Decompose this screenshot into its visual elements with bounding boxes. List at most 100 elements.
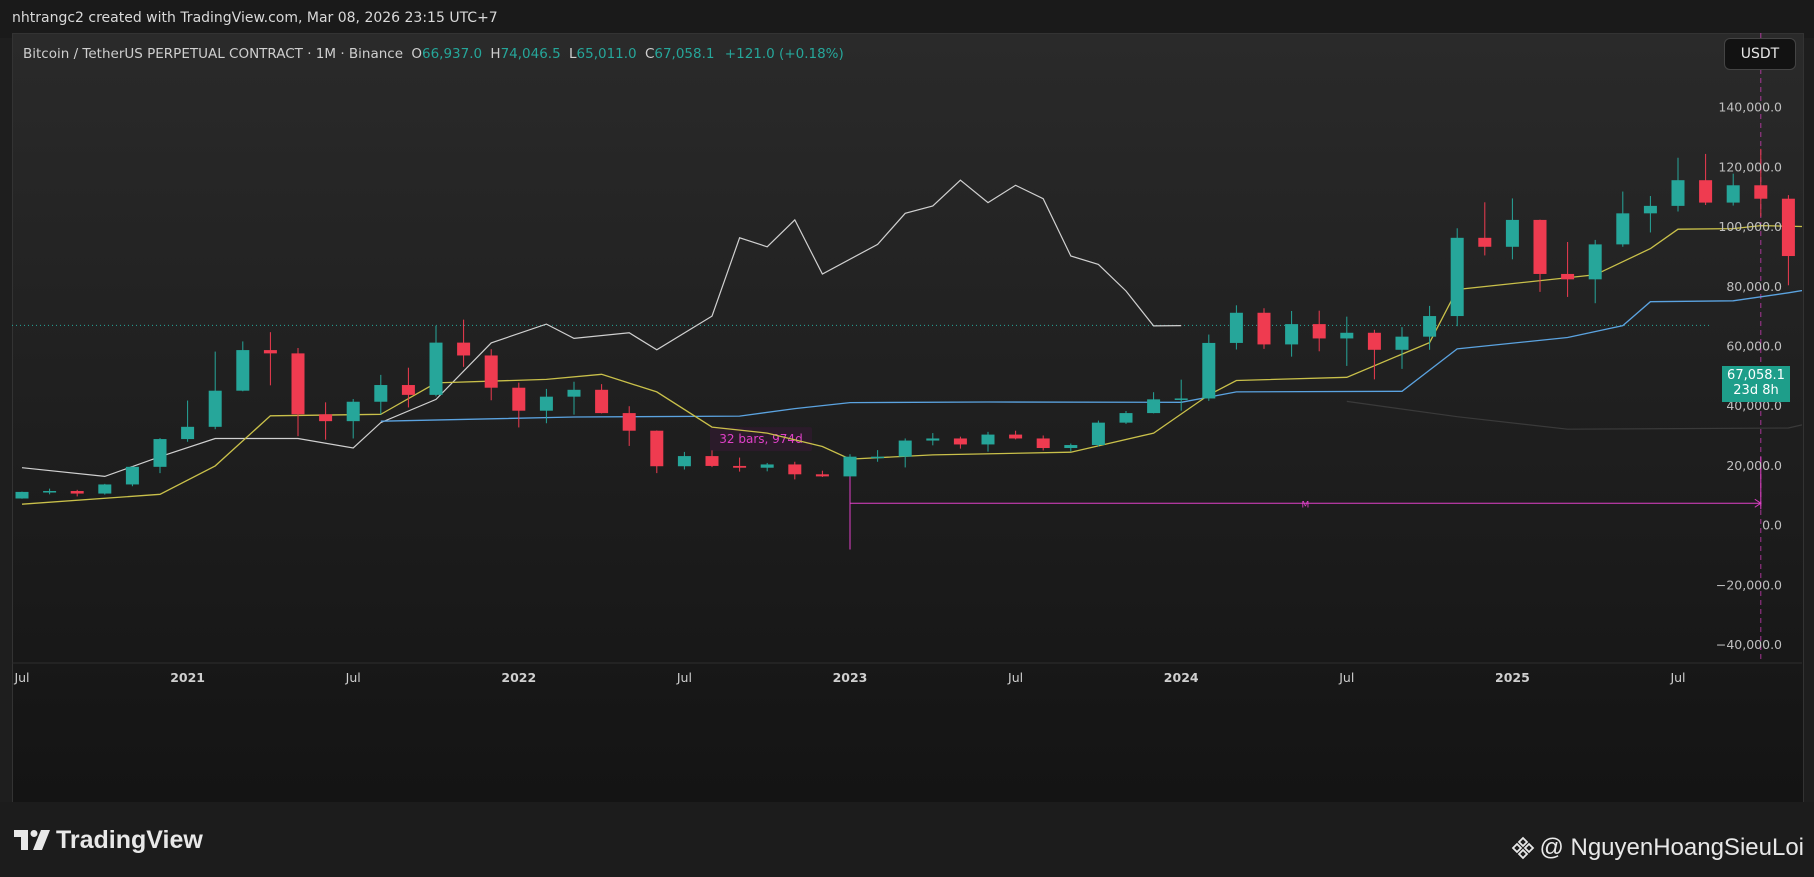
x-tick-label: Jul <box>1007 670 1023 685</box>
candle-body <box>1754 185 1768 199</box>
y-tick-label: 60,000.0 <box>1726 339 1782 354</box>
measure-mid-label: M <box>1302 500 1310 510</box>
candle-body <box>429 342 443 395</box>
candle-body <box>1036 438 1050 449</box>
high-value: 74,046.5 <box>500 46 561 62</box>
candle-body <box>1257 312 1271 345</box>
candle-body <box>567 389 581 397</box>
candle-body <box>236 350 250 391</box>
candle-body <box>595 389 609 414</box>
candle-body <box>1009 434 1023 439</box>
open-value: 66,937.0 <box>421 46 483 62</box>
author-handle: @ NguyenHoangSieuLoi <box>1539 834 1804 861</box>
candle-body <box>181 426 195 440</box>
lagging-span-line <box>21 179 1182 478</box>
candle-body <box>153 439 167 467</box>
high-label: H <box>490 46 501 62</box>
candle-body <box>401 385 415 395</box>
candle-body <box>291 353 305 415</box>
candle-body <box>1450 237 1464 317</box>
candle-body <box>677 456 691 467</box>
candle-body <box>1533 219 1547 274</box>
author-credit: @ NguyenHoangSieuLoi <box>1511 834 1804 862</box>
candle-body <box>1643 205 1657 214</box>
candle-body <box>760 464 774 468</box>
candle-body <box>98 484 112 494</box>
candle-body <box>70 491 84 494</box>
x-tick-label: Jul <box>13 670 29 685</box>
symbol-title: Bitcoin / TetherUS PERPETUAL CONTRACT · … <box>23 46 404 62</box>
candle-body <box>1285 324 1299 345</box>
y-tick-label: −20,000.0 <box>1716 577 1782 592</box>
candle-body <box>1781 198 1795 257</box>
candle-body <box>1119 413 1133 423</box>
x-tick-label: 2022 <box>501 670 536 685</box>
low-value: 65,011.0 <box>576 46 637 62</box>
y-tick-label: 20,000.0 <box>1726 458 1782 473</box>
candle-body <box>125 466 139 485</box>
x-tick-label: 2023 <box>833 670 868 685</box>
candle-body <box>512 387 526 411</box>
candle-body <box>898 440 912 457</box>
tradingview-logo[interactable]: TradingView <box>14 825 203 855</box>
bar-countdown: 23d 8h <box>1733 383 1779 398</box>
close-value: 67,058.1 <box>654 46 715 62</box>
candle-body <box>705 456 719 466</box>
price-chart[interactable]: M32 bars, 974d140,000.0120,000.0100,000.… <box>12 33 1802 802</box>
y-tick-label: 80,000.0 <box>1726 279 1782 294</box>
candle-body <box>953 438 967 445</box>
x-tick-label: Jul <box>1338 670 1354 685</box>
candle-body <box>1671 180 1685 206</box>
candle-body <box>1561 273 1575 280</box>
candle-body <box>43 491 57 493</box>
y-tick-label: −40,000.0 <box>1716 637 1782 652</box>
kijun-line <box>380 289 1802 422</box>
candle-body <box>871 456 885 459</box>
candle-body <box>788 464 802 475</box>
candle-body <box>1229 312 1243 343</box>
candle-body <box>926 438 940 441</box>
candle-body <box>1478 237 1492 247</box>
candle-body <box>1395 336 1409 350</box>
symbol-legend: Bitcoin / TetherUS PERPETUAL CONTRACT · … <box>23 46 844 62</box>
candle-body <box>1423 316 1437 337</box>
candle-body <box>1064 445 1078 449</box>
currency-button[interactable]: USDT <box>1724 38 1796 70</box>
candle-body <box>319 414 333 422</box>
candle-body <box>622 413 636 431</box>
candle-body <box>484 355 498 388</box>
tradingview-wordmark: TradingView <box>56 825 203 854</box>
candle-body <box>208 390 222 427</box>
candle-body <box>1312 324 1326 339</box>
last-price-value: 67,058.1 <box>1727 368 1785 383</box>
x-tick-label: Jul <box>1669 670 1685 685</box>
candle-body <box>843 456 857 477</box>
close-label: C <box>644 46 655 62</box>
candle-body <box>1147 399 1161 414</box>
candle-body <box>733 465 747 468</box>
open-label: O <box>411 46 422 62</box>
candle-body <box>1174 398 1188 400</box>
low-label: L <box>568 46 577 62</box>
candle-body <box>1616 213 1630 245</box>
candle-body <box>15 491 29 499</box>
x-tick-label: 2021 <box>170 670 205 685</box>
candle-body <box>263 350 277 354</box>
x-tick-label: Jul <box>345 670 361 685</box>
candle-body <box>1726 185 1740 203</box>
candle-body <box>346 401 360 422</box>
tradingview-icon <box>14 830 50 850</box>
y-tick-label: 100,000.0 <box>1718 219 1782 234</box>
candle-body <box>457 342 471 356</box>
y-tick-label: 140,000.0 <box>1718 100 1782 115</box>
change-value: +121.0 (+0.18%) <box>724 46 844 62</box>
candle-body <box>1367 332 1381 350</box>
candle-body <box>1091 422 1105 446</box>
candle-body <box>1340 332 1354 339</box>
candle-body <box>1588 244 1602 280</box>
candle-body <box>374 385 388 402</box>
x-tick-label: Jul <box>676 670 692 685</box>
last-price-badge: 67,058.1 23d 8h <box>1722 366 1790 402</box>
candle-body <box>815 474 829 477</box>
candle-body <box>981 434 995 445</box>
